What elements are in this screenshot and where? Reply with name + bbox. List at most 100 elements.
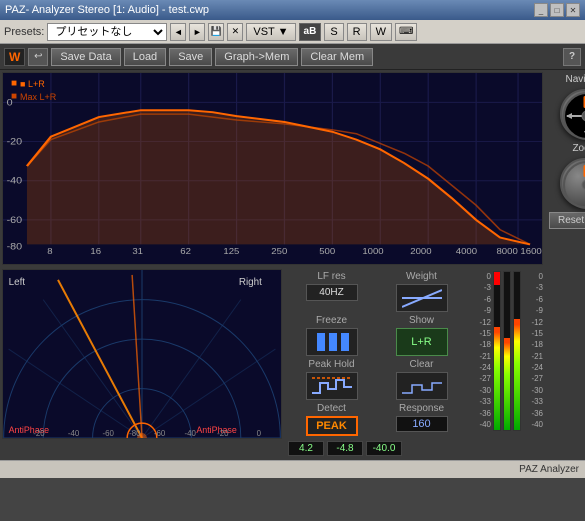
svg-text:8: 8 (47, 247, 52, 256)
undo-button[interactable]: ↩ (28, 48, 48, 66)
lf-res-button[interactable]: 40HZ (306, 284, 358, 301)
save-button[interactable]: Save (169, 48, 212, 66)
stereo-field: Left Right AntiPhase AntiPhase -20 -40 -… (2, 269, 282, 439)
freeze-section: Freeze (288, 315, 375, 356)
vu-meters: 0 -3 -6 -9 -12 -15 -18 -21 -24 -27 -30 -… (469, 267, 545, 460)
svg-text:125: 125 (223, 247, 239, 256)
status-label: PAZ Analyzer (519, 464, 579, 475)
svg-text:-60: -60 (7, 216, 23, 226)
preset-next-button[interactable]: ► (189, 23, 205, 41)
close-button[interactable]: ✕ (566, 3, 580, 17)
bottom-section: Left Right AntiPhase AntiPhase -20 -40 -… (0, 267, 545, 460)
freeze-button[interactable] (306, 328, 358, 356)
response-input[interactable] (396, 416, 448, 432)
load-button[interactable]: Load (124, 48, 166, 66)
preset-delete-button[interactable]: ✕ (227, 23, 243, 41)
zoom-knob[interactable] (560, 158, 585, 208)
presets-label: Presets: (4, 26, 44, 38)
svg-text:4000: 4000 (456, 247, 477, 256)
ab-button[interactable]: aB (299, 23, 322, 41)
response-label: Response (399, 403, 444, 414)
s-button[interactable]: S (324, 23, 343, 41)
vu-meter-2 (503, 271, 511, 431)
svg-text:500: 500 (319, 247, 335, 256)
svg-text:-40: -40 (68, 429, 80, 438)
svg-text:-60: -60 (102, 429, 114, 438)
title-bar-buttons: _ □ ✕ (534, 3, 580, 17)
keyboard-button[interactable]: ⌨ (395, 23, 417, 41)
response-section: Response (378, 403, 465, 436)
peak-hold-label: Peak Hold (308, 359, 354, 370)
svg-text:250: 250 (271, 247, 287, 256)
status-bar: PAZ Analyzer (0, 460, 585, 478)
navigate-label: Navigate (566, 74, 585, 85)
title-bar: PAZ- Analyzer Stereo [1: Audio] - test.c… (0, 0, 585, 20)
svg-text:1000: 1000 (362, 247, 383, 256)
svg-text:-40: -40 (184, 429, 196, 438)
svg-text:-80: -80 (7, 242, 23, 252)
minimize-button[interactable]: _ (534, 3, 548, 17)
save-data-button[interactable]: Save Data (51, 48, 120, 66)
vu-scale-left: 0 -3 -6 -9 -12 -15 -18 -21 -24 -27 -30 -… (471, 271, 491, 431)
detect-label: Detect (317, 403, 346, 414)
svg-text:-60: -60 (154, 429, 166, 438)
clear-mem-button[interactable]: Clear Mem (301, 48, 373, 66)
vst-button[interactable]: VST ▼ (246, 23, 295, 41)
preset-prev-button[interactable]: ◄ (170, 23, 186, 41)
weight-label: Weight (406, 271, 437, 282)
toolbar: W ↩ Save Data Load Save Graph->Mem Clear… (0, 44, 585, 70)
svg-text:2000: 2000 (410, 247, 431, 256)
controls-panel: LF res 40HZ Weight Freeze (284, 267, 469, 460)
clear-label: Clear (410, 359, 434, 370)
preset-save-button[interactable]: 💾 (208, 23, 224, 41)
graph-mem-button[interactable]: Graph->Mem (215, 48, 298, 66)
peak-hold-section: Peak Hold (288, 359, 375, 400)
svg-text:-40: -40 (7, 177, 23, 187)
detect-button[interactable]: PEAK (306, 416, 358, 436)
meter-value-1: 4.2 (288, 441, 324, 456)
main-content: 0 -20 -40 -60 -80 8 16 31 62 125 250 500… (0, 70, 585, 460)
show-label: Show (409, 315, 434, 326)
clear-section: Clear (378, 359, 465, 400)
weight-section: Weight (378, 271, 465, 312)
svg-text:Left: Left (9, 277, 26, 288)
meter-value-3: -40.0 (366, 441, 402, 456)
svg-text:31: 31 (132, 247, 143, 256)
vu-meter-3 (513, 271, 521, 431)
weight-button[interactable] (396, 284, 448, 312)
show-section: Show L+R (378, 315, 465, 356)
svg-text:Right: Right (239, 277, 262, 288)
left-panel: 0 -20 -40 -60 -80 8 16 31 62 125 250 500… (0, 70, 545, 460)
meter-values: 4.2 -4.8 -40.0 (288, 441, 465, 456)
presets-select[interactable]: プリセットなし (47, 23, 167, 41)
brand-logo: W (4, 48, 25, 66)
clear-button[interactable] (396, 372, 448, 400)
detect-section: Detect PEAK (288, 403, 375, 436)
help-button[interactable]: ? (563, 48, 581, 66)
peak-hold-button[interactable] (306, 372, 358, 400)
vu-scale-right: 0 -3 -6 -9 -12 -15 -18 -21 -24 -27 -30 -… (523, 271, 543, 431)
vu-meter-1 (493, 271, 501, 431)
freeze-label: Freeze (316, 315, 347, 326)
svg-text:-20: -20 (217, 429, 229, 438)
spectrum-analyzer: 0 -20 -40 -60 -80 8 16 31 62 125 250 500… (2, 72, 543, 265)
svg-text:8000: 8000 (496, 247, 517, 256)
maximize-button[interactable]: □ (550, 3, 564, 17)
w-button[interactable]: W (370, 23, 392, 41)
lf-res-section: LF res 40HZ (288, 271, 375, 312)
reset-zoom-button[interactable]: Reset Zoom (549, 212, 585, 229)
lf-res-label: LF res (317, 271, 345, 282)
navigate-knob[interactable] (560, 89, 585, 139)
window-title: PAZ- Analyzer Stereo [1: Audio] - test.c… (5, 4, 209, 16)
zoom-label: Zoom (572, 143, 585, 154)
svg-text:-80: -80 (129, 429, 141, 438)
svg-text:16: 16 (90, 247, 101, 256)
svg-text:16000: 16000 (520, 247, 542, 256)
svg-text:-20: -20 (33, 429, 45, 438)
legend-lr: ■ L+R (20, 79, 45, 89)
show-button[interactable]: L+R (396, 328, 448, 356)
r-button[interactable]: R (347, 23, 367, 41)
svg-text:-20: -20 (7, 137, 23, 147)
presets-bar: Presets: プリセットなし ◄ ► 💾 ✕ VST ▼ aB S R W … (0, 20, 585, 44)
svg-text:62: 62 (180, 247, 191, 256)
